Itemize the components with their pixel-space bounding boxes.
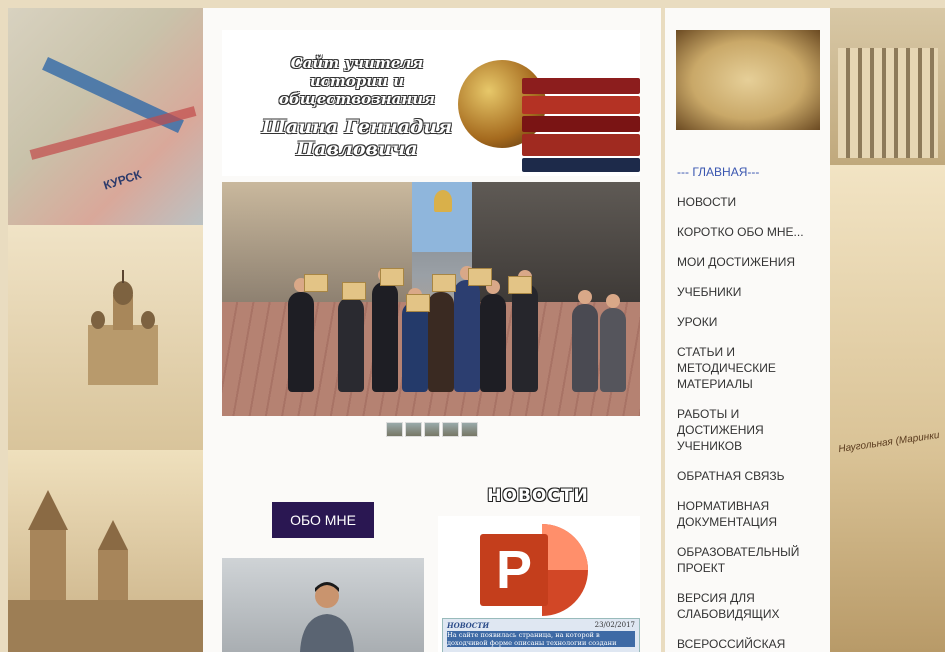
nav-item-home[interactable]: --- ГЛАВНАЯ---: [677, 164, 825, 180]
photo-person: [480, 280, 506, 392]
nav-item-all-russian[interactable]: ВСЕРОССИЙСКАЯ: [677, 636, 825, 652]
photo-certificate: [342, 282, 366, 300]
photo-certificate: [304, 274, 328, 292]
teacher-photo[interactable]: [222, 558, 424, 652]
banner-title: Шаина Геннадия Павловича: [261, 116, 453, 160]
photo-certificate: [468, 268, 492, 286]
nav-item-achievements[interactable]: МОИ ДОСТИЖЕНИЯ: [677, 254, 825, 270]
photo-person: [428, 278, 454, 392]
nav-item-articles[interactable]: СТАТЬИ И МЕТОДИЧЕСКИЕ МАТЕРИАЛЫ: [677, 344, 825, 392]
nav-item-accessibility[interactable]: ВЕРСИЯ ДЛЯ СЛАБОВИДЯЩИХ: [677, 590, 825, 622]
book-5: [522, 158, 640, 172]
photo-cathedral-dome: [434, 190, 452, 212]
building-columns: [838, 48, 938, 158]
photo-person: [402, 288, 428, 392]
news-preview-tag: НОВОСТИ: [447, 621, 490, 630]
nav-item-regulations[interactable]: НОРМАТИВНАЯ ДОКУМЕНТАЦИЯ: [677, 498, 825, 530]
news-heading: НОВОСТИ: [487, 486, 589, 506]
church-illustration: [88, 270, 158, 385]
nav-item-about[interactable]: КОРОТКО ОБО МНЕ...: [677, 224, 825, 240]
photo-person: [512, 270, 538, 392]
old-map-image: [676, 30, 820, 130]
slideshow-thumbnails: [386, 422, 478, 437]
book-1: [522, 78, 640, 94]
nav-item-student-works[interactable]: РАБОТЫ И ДОСТИЖЕНИЯ УЧЕНИКОВ: [677, 406, 825, 454]
news-preview-text: На сайте появилась страница, на которой …: [447, 631, 635, 647]
news-preview-date: 23/02/2017: [594, 621, 635, 629]
slide-thumbnail-3[interactable]: [423, 422, 441, 437]
photo-person: [288, 278, 314, 392]
slideshow-main-image[interactable]: [222, 182, 640, 416]
photo-certificate: [406, 294, 430, 312]
news-preview: НОВОСТИ 23/02/2017 На сайте появилась ст…: [442, 618, 640, 652]
fortress-drawing-image: [8, 450, 204, 652]
map-label-kursk: КУРСК: [101, 167, 144, 193]
book-3: [522, 116, 640, 132]
book-2: [522, 96, 640, 114]
nav-item-edu-project[interactable]: ОБРАЗОВАТЕЛЬНЫЙ ПРОЕКТ: [677, 544, 825, 576]
nav-item-feedback[interactable]: ОБРАТНАЯ СВЯЗЬ: [677, 468, 825, 484]
banner-subtitle: Сайт учителя истории и обществознания: [278, 54, 436, 108]
slide-thumbnail-2[interactable]: [404, 422, 422, 437]
about-me-button[interactable]: ОБО МНЕ: [272, 502, 374, 538]
old-town-drawing-image: Наугольная (Маринки: [828, 165, 945, 652]
book-4: [522, 134, 640, 156]
building-drawing-image: [828, 8, 945, 173]
nav-item-textbooks[interactable]: УЧЕБНИКИ: [677, 284, 825, 300]
books-icon: [522, 78, 640, 174]
photo-certificate: [508, 276, 532, 294]
church-drawing-image: [8, 225, 204, 465]
nav-item-lessons[interactable]: УРОКИ: [677, 314, 825, 330]
drawing-caption: Наугольная (Маринки: [837, 429, 941, 456]
photo-certificate: [432, 274, 456, 292]
photo-person: [454, 266, 480, 392]
photo-person: [600, 294, 626, 392]
slide-thumbnail-1[interactable]: [386, 422, 403, 437]
war-map-image: КУРСК: [8, 8, 204, 233]
slide-thumbnail-4[interactable]: [442, 422, 460, 437]
sidebar-navigation: --- ГЛАВНАЯ--- НОВОСТИ КОРОТКО ОБО МНЕ..…: [677, 158, 825, 652]
photo-certificate: [380, 268, 404, 286]
svg-text:P: P: [496, 540, 532, 600]
powerpoint-icon: P: [480, 524, 588, 616]
fortress-illustration: [8, 490, 204, 652]
teacher-figure: [300, 582, 354, 652]
map-arrow-red: [29, 106, 197, 160]
photo-person: [372, 268, 398, 392]
photo-person: [572, 290, 598, 392]
news-card[interactable]: P НОВОСТИ 23/02/2017 На сайте появилась …: [438, 516, 640, 652]
nav-item-news[interactable]: НОВОСТИ: [677, 194, 825, 210]
photo-person: [338, 283, 364, 392]
slide-thumbnail-5[interactable]: [461, 422, 478, 437]
site-header-banner[interactable]: Сайт учителя истории и обществознания Ша…: [222, 30, 640, 176]
